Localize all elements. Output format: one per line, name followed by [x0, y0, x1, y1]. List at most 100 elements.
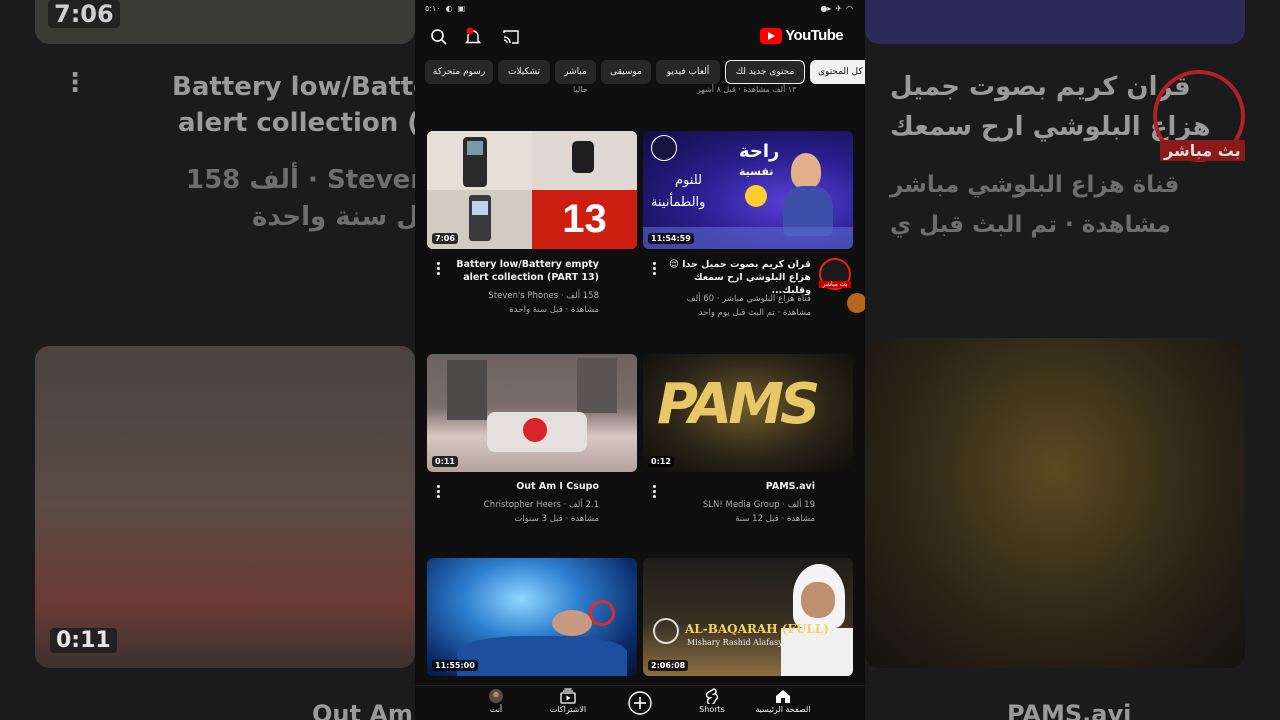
top-app-bar: YouTube [415, 22, 865, 52]
bg-bottom-title: Out Am [312, 700, 413, 720]
thumb-pams-text: PAMS [657, 372, 820, 437]
headphones-icon [589, 600, 615, 626]
status-bar: ٥:١٠ ◐ ▣ ●▸ ✈ ◠ [415, 0, 865, 18]
video-card[interactable]: 0:11 Out Am I Csupo 2.1 ألف · Christophe… [427, 354, 637, 534]
status-time: ٥:١٠ [425, 4, 441, 13]
more-options-icon[interactable] [437, 485, 441, 499]
youtube-logo[interactable]: YouTube [760, 27, 844, 44]
search-icon[interactable] [429, 27, 449, 47]
video-title[interactable]: PAMS.avi [665, 480, 815, 493]
chip-music[interactable]: موسيقى [601, 60, 651, 84]
subscriptions-icon [560, 688, 576, 704]
more-options-icon[interactable] [653, 485, 657, 499]
video-title[interactable]: Out Am I Csupo [449, 480, 599, 493]
video-channel-views: قناة هزاع البلوشي مباشر · 60 ألف [686, 294, 811, 304]
chip-new-for-you[interactable]: محتوى جديد لك [725, 60, 805, 84]
nav-subscriptions-label: الاشتراكات [549, 705, 587, 714]
thumb-reciter-name: Mishary Rashid Alafasy [687, 638, 783, 647]
youtube-app-screen: ٥:١٠ ◐ ▣ ●▸ ✈ ◠ YouTube كل المحتوى محتوى… [415, 0, 865, 720]
thumb-text-rest: راحة [739, 141, 780, 162]
video-age: مشاهدة · قبل 3 سنوات [514, 514, 599, 524]
bg-duration-bottom: 0:11 [50, 628, 117, 653]
bg-meta-1: 158 ألف · Steven's [186, 165, 415, 195]
bg-thumb-bottom-left [35, 346, 415, 668]
bg-title-2: alert collection (PA [178, 108, 415, 138]
nav-create[interactable] [605, 688, 675, 720]
video-channel-views: 19 ألف · SLN! Media Group [702, 500, 815, 510]
partial-meta-left: حاليا [573, 85, 588, 94]
screenshot-icon: ▣ [457, 4, 466, 13]
chip-video-games[interactable]: ألعاب فيديو [656, 60, 720, 84]
video-age: مشاهدة · قبل سنة واحدة [509, 305, 599, 315]
cast-icon[interactable] [501, 27, 521, 47]
bottom-navigation: الصفحة الرئيسية Shorts الاشتراكات أنت [415, 685, 865, 720]
shorts-icon [705, 688, 719, 704]
bg-meta-2: قبل سنة واحدة [252, 202, 415, 232]
more-options-icon[interactable] [653, 262, 657, 276]
thumb-text-soul: نفسية [739, 165, 774, 178]
chip-all[interactable]: كل المحتوى [810, 60, 865, 84]
airplane-icon: ✈ [835, 4, 843, 13]
nav-subscriptions[interactable]: الاشتراكات [533, 688, 603, 720]
video-thumbnail[interactable]: 0:11 [427, 354, 637, 472]
nav-home[interactable]: الصفحة الرئيسية [748, 688, 818, 720]
video-age: مشاهدة · تم البث قبل يوم واحد [698, 308, 811, 318]
video-card[interactable]: راحة نفسية للنوم والطمأنينة 11:54:59 قرا… [643, 131, 865, 331]
bg-title-1: Battery low/Batter [172, 72, 415, 102]
home-icon [776, 690, 790, 703]
chip-mixes[interactable]: تشكيلات [498, 60, 550, 84]
bg-thumb-top-right [865, 0, 1245, 44]
video-duration: 0:12 [648, 456, 674, 467]
youtube-wordmark: YouTube [785, 27, 843, 44]
thumb-text-sleep: للنوم [675, 173, 702, 188]
bg-right-meta-2: مشاهدة · تم البث قبل ي [890, 212, 1171, 238]
video-card[interactable]: AL-BAQARAH (FULL) Mishary Rashid Alafasy… [643, 558, 853, 678]
quran-book-icon [653, 618, 679, 644]
video-thumbnail[interactable]: PAMS 0:12 [643, 354, 853, 472]
bg-right-bottom-title: PAMS.avi [1007, 700, 1132, 720]
nav-home-label: الصفحة الرئيسية [755, 705, 811, 714]
camera-icon: ●▸ [820, 4, 832, 13]
video-title[interactable]: قران كريم بصوت جميل جدا 😌 هزاع البلوشي ا… [661, 258, 811, 297]
video-duration: 11:54:59 [648, 233, 694, 244]
nav-shorts[interactable]: Shorts [677, 688, 747, 720]
nav-you[interactable]: أنت [461, 688, 531, 720]
bg-right-title-1: قران كريم بصوت جميل [890, 72, 1191, 102]
avatar-icon [489, 689, 503, 703]
create-plus-icon [628, 691, 652, 715]
video-channel-views: 158 ألف · Steven's Phones [488, 291, 599, 301]
thumb-number: 13 [562, 197, 607, 241]
video-thumbnail[interactable]: 11:55:00 [427, 558, 637, 676]
chip-animation[interactable]: رسوم متحركة [425, 60, 493, 84]
partial-meta-right: ١٣ ألف مشاهدة · قبل ٨ أشهر [697, 85, 797, 94]
do-not-disturb-icon: ◐ [445, 4, 453, 13]
scroll-handle[interactable] [847, 293, 865, 313]
nav-shorts-label: Shorts [699, 705, 725, 714]
thumb-baqarah-title: AL-BAQARAH (FULL) [685, 622, 829, 636]
bg-thumb-bottom-right [865, 338, 1245, 668]
bg-right-meta-1: قناة هزاع البلوشي مباشر [890, 172, 1180, 198]
live-badge: بث مباشر [819, 281, 851, 288]
notifications-bell-icon[interactable] [463, 27, 483, 47]
video-duration: 11:55:00 [432, 660, 478, 671]
youtube-play-icon [760, 27, 783, 44]
chip-live[interactable]: مباشر [555, 60, 596, 84]
video-title[interactable]: Battery low/Battery empty alert collecti… [449, 258, 599, 284]
video-thumbnail[interactable]: 13 7:06 [427, 131, 637, 249]
background-left: 7:06 ⋮ Battery low/Batter alert collecti… [0, 0, 415, 720]
video-thumbnail[interactable]: راحة نفسية للنوم والطمأنينة 11:54:59 [643, 131, 853, 249]
video-thumbnail[interactable]: AL-BAQARAH (FULL) Mishary Rashid Alafasy… [643, 558, 853, 676]
video-age: مشاهدة · قبل 12 سنة [735, 514, 815, 524]
more-options-icon[interactable] [437, 262, 441, 276]
bg-live-badge: بث مباشر [1160, 140, 1245, 161]
wifi-icon: ◠ [846, 4, 853, 13]
video-card[interactable]: 11:55:00 [427, 558, 637, 678]
background-right: قران كريم بصوت جميل هزاع البلوشي ارح سمع… [865, 0, 1280, 720]
video-duration: 2:06:08 [648, 660, 689, 671]
video-card[interactable]: 13 7:06 Battery low/Battery empty alert … [427, 131, 637, 331]
heart-eyes-emoji-icon [745, 185, 767, 207]
category-chips: كل المحتوى محتوى جديد لك ألعاب فيديو موس… [415, 60, 865, 84]
video-card[interactable]: PAMS 0:12 PAMS.avi 19 ألف · SLN! Media G… [643, 354, 853, 534]
bg-kebab: ⋮ [62, 68, 88, 98]
bg-duration-top: 7:06 [48, 0, 120, 28]
